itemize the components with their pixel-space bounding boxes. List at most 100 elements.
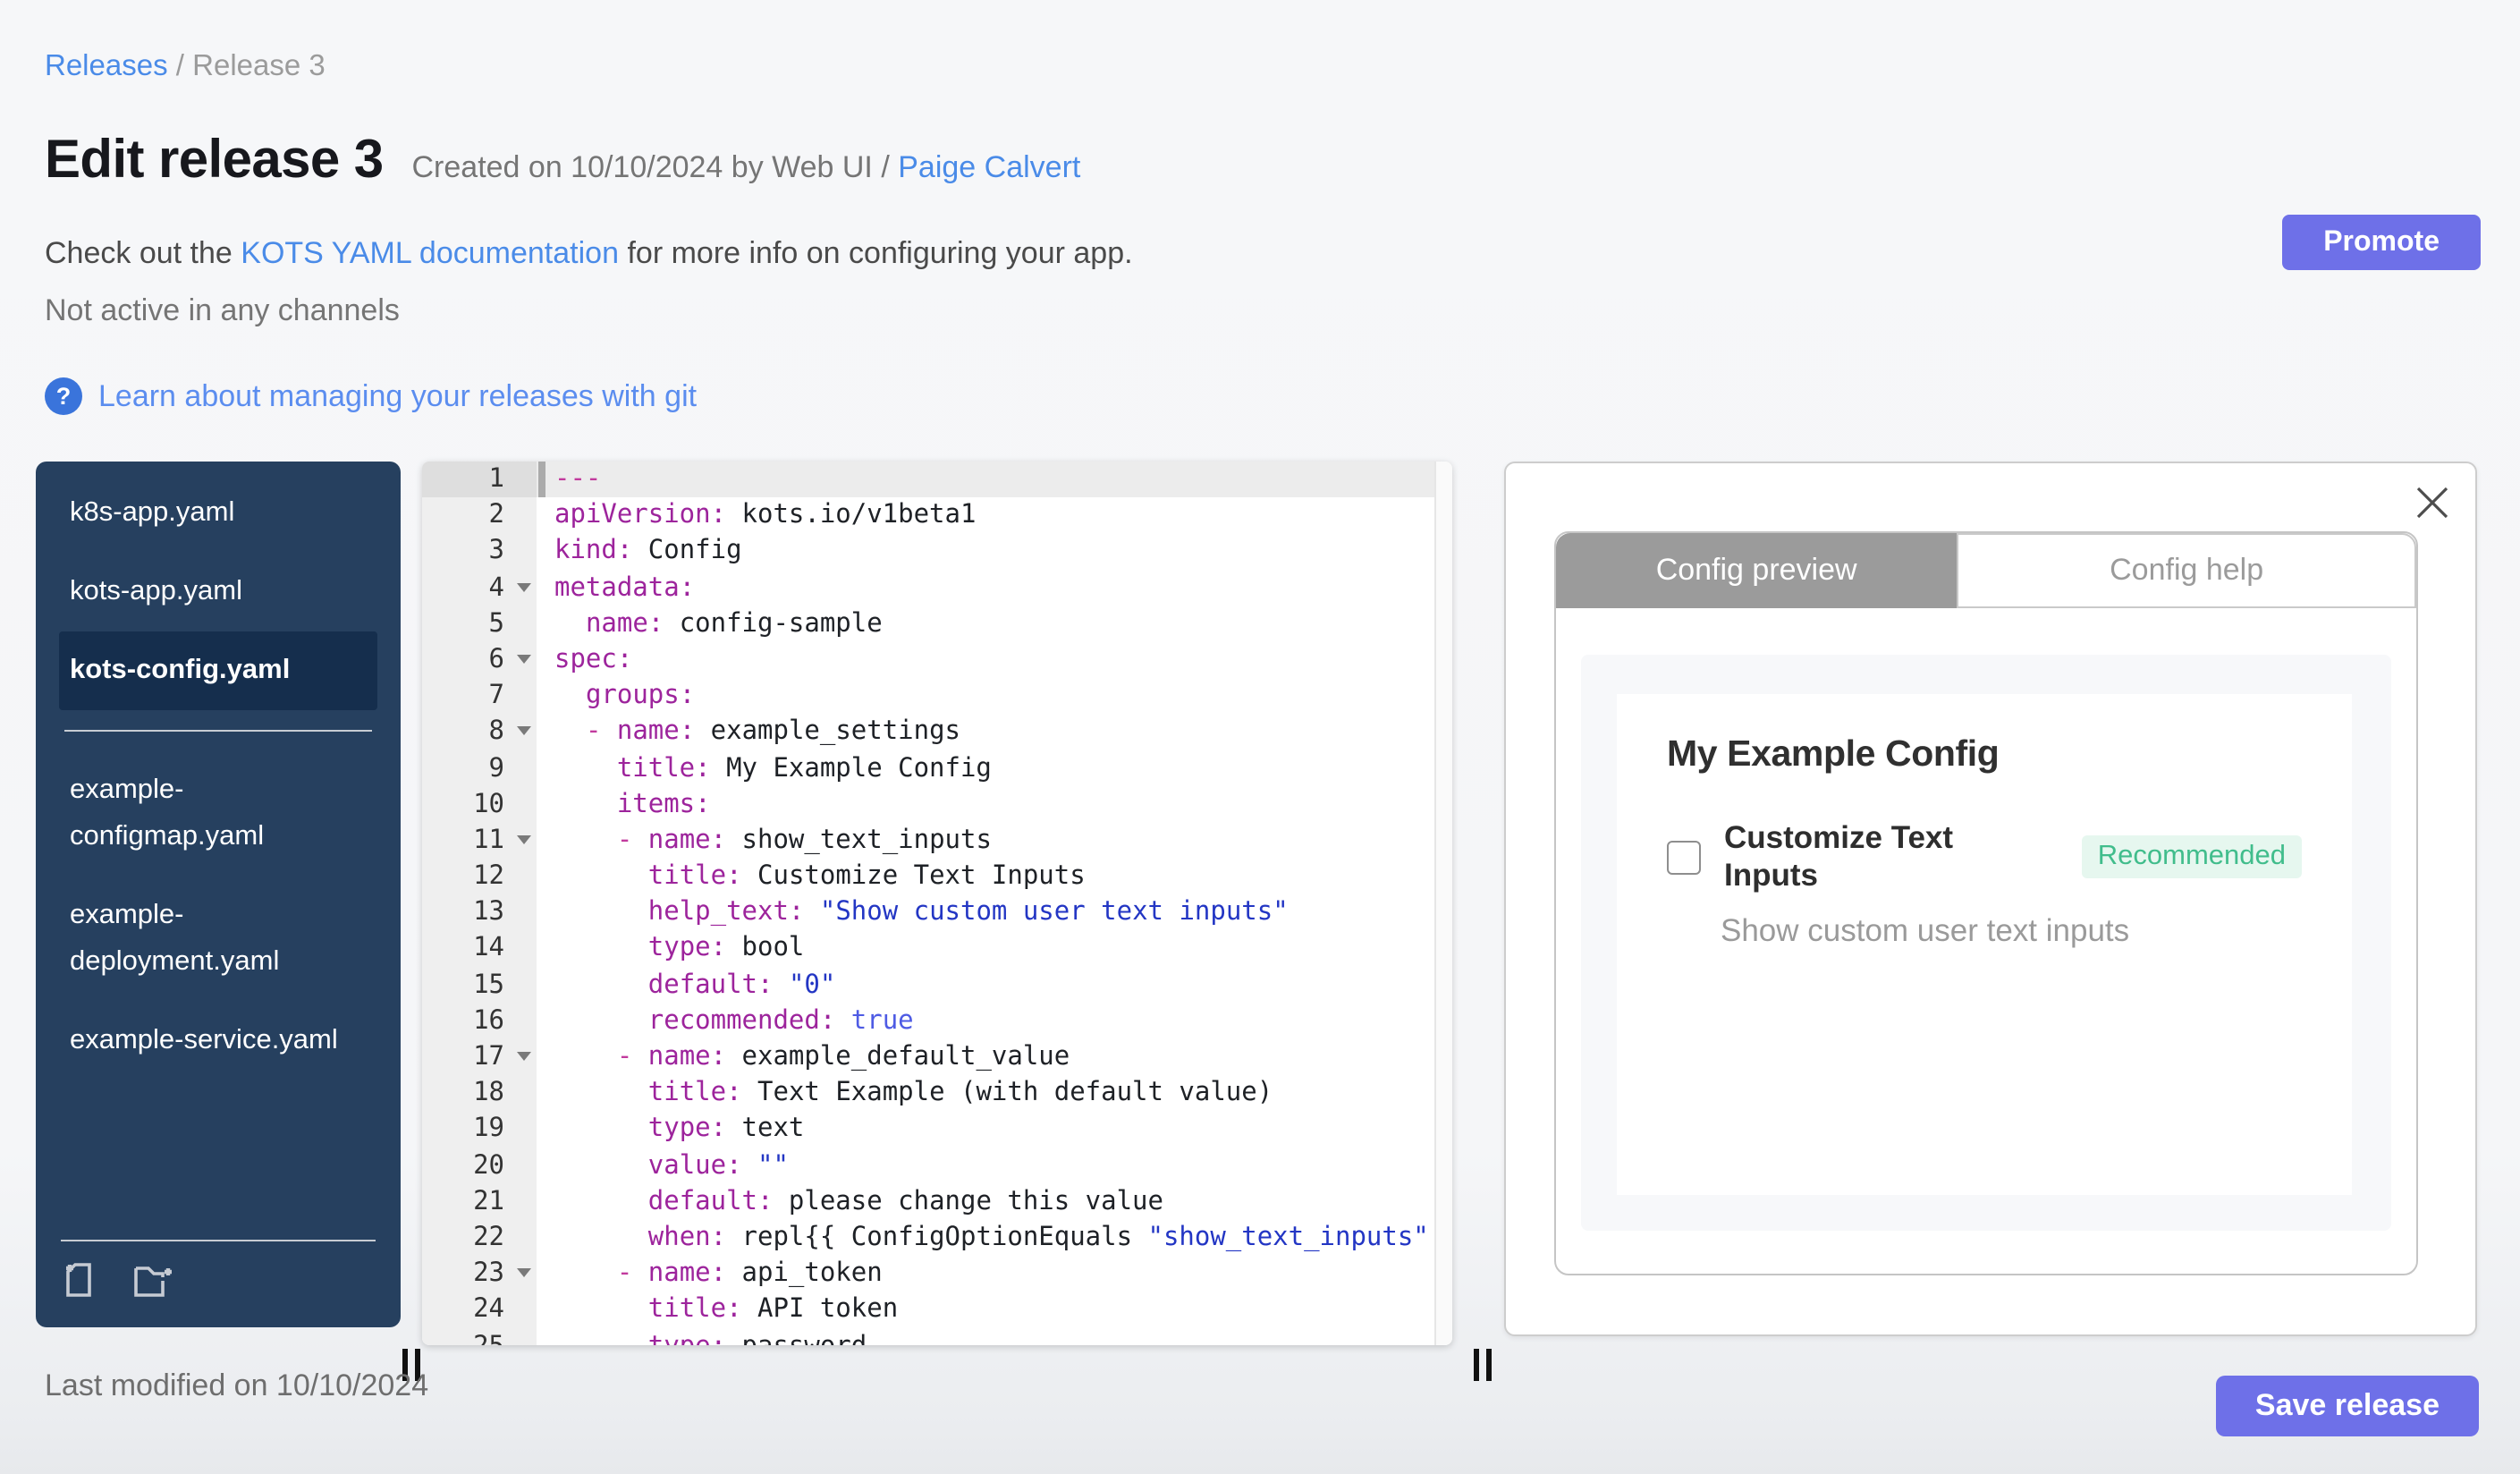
gutter-line-number: 23 bbox=[422, 1256, 537, 1292]
gutter-line-number: 22 bbox=[422, 1219, 537, 1257]
gutter-line-number: 8 bbox=[422, 714, 537, 750]
fold-toggle-icon[interactable] bbox=[517, 726, 531, 736]
code-line-10: 10 items: bbox=[422, 786, 1452, 823]
yaml-code-editor[interactable]: 1 --- 2 apiVersion: kots.io/v1beta1 3 kind: C… bbox=[422, 462, 1452, 1345]
code-line-15: 15 default: "0" bbox=[422, 967, 1452, 1004]
gutter-line-number: 25 bbox=[422, 1328, 537, 1345]
question-mark-icon: ? bbox=[45, 377, 82, 415]
customize-text-inputs-checkbox[interactable] bbox=[1667, 840, 1701, 874]
sidebar-file-example-deployment-yaml[interactable]: example-deployment.yaml bbox=[59, 877, 358, 1002]
code-line-18: 18 title: Text Example (with default val… bbox=[422, 1075, 1452, 1112]
gutter-line-number: 9 bbox=[422, 750, 537, 787]
file-list: k8s-app.yaml kots-app.yaml kots-config.yam… bbox=[36, 462, 401, 1080]
code-line-21: 21 default: please change this value bbox=[422, 1183, 1452, 1220]
gutter-line-number: 2 bbox=[422, 497, 537, 534]
code-line-4: 4 metadata: bbox=[422, 570, 1452, 606]
created-meta: Created on 10/10/2024 by Web UI / Paige … bbox=[411, 150, 1081, 184]
code-line-14: 14 type: bool bbox=[422, 930, 1452, 968]
git-releases-link[interactable]: Learn about managing your releases with … bbox=[98, 378, 697, 414]
code-line-5: 5 name: config-sample bbox=[422, 606, 1452, 642]
sidebar-footer-divider bbox=[61, 1240, 376, 1241]
editor-scrollbar[interactable] bbox=[1434, 462, 1452, 1345]
code-line-25: 25 type: password bbox=[422, 1328, 1452, 1345]
fold-toggle-icon[interactable] bbox=[517, 1052, 531, 1061]
gutter-line-number: 1 bbox=[422, 462, 537, 498]
gutter-line-number: 6 bbox=[422, 641, 537, 679]
config-card: Config preview Config help My Example Con… bbox=[1554, 531, 2418, 1275]
code-line-6: 6 spec: bbox=[422, 641, 1452, 679]
sidebar-file-kots-config-yaml[interactable]: kots-config.yaml bbox=[59, 631, 377, 710]
recommended-badge: Recommended bbox=[2081, 835, 2302, 878]
close-icon[interactable] bbox=[2413, 483, 2452, 522]
fold-toggle-icon[interactable] bbox=[517, 1268, 531, 1278]
promote-button[interactable]: Promote bbox=[2282, 215, 2481, 270]
gutter-line-number: 12 bbox=[422, 859, 537, 895]
gutter-line-number: 19 bbox=[422, 1111, 537, 1148]
config-option-help-text: Show custom user text inputs bbox=[1721, 912, 2130, 948]
code-line-17: 17 - name: example_default_value bbox=[422, 1039, 1452, 1076]
code-line-12: 12 title: Customize Text Inputs bbox=[422, 859, 1452, 895]
docs-info-line: Check out the KOTS YAML documentation fo… bbox=[45, 236, 1133, 272]
info-suffix: for more info on configuring your app. bbox=[627, 236, 1133, 270]
fold-toggle-icon[interactable] bbox=[517, 582, 531, 592]
config-group-heading: My Example Config bbox=[1667, 733, 2000, 775]
code-line-23: 23 - name: api_token bbox=[422, 1256, 1452, 1292]
gutter-line-number: 21 bbox=[422, 1183, 537, 1220]
tab-config-help[interactable]: Config help bbox=[1957, 533, 2416, 608]
fold-toggle-icon[interactable] bbox=[517, 834, 531, 844]
gutter-line-number: 5 bbox=[422, 606, 537, 642]
config-preview-area: My Example Config Customize Text Inputs … bbox=[1581, 655, 2391, 1231]
breadcrumb: Releases / Release 3 bbox=[45, 50, 326, 84]
gutter-line-number: 20 bbox=[422, 1148, 537, 1184]
file-group-divider bbox=[64, 730, 372, 732]
channel-status: Not active in any channels bbox=[45, 293, 400, 327]
config-panel: Config preview Config help My Example Con… bbox=[1504, 462, 2477, 1336]
code-line-8: 8 - name: example_settings bbox=[422, 714, 1452, 750]
code-lines: 1 --- 2 apiVersion: kots.io/v1beta1 3 kind: C… bbox=[422, 462, 1452, 1345]
code-line-16: 16 recommended: true bbox=[422, 1003, 1452, 1039]
gutter-line-number: 17 bbox=[422, 1039, 537, 1076]
sidebar-file-example-service-yaml[interactable]: example-service.yaml bbox=[59, 1002, 358, 1080]
git-help-row: ? Learn about managing your releases wit… bbox=[45, 377, 697, 415]
new-folder-icon[interactable] bbox=[131, 1258, 177, 1309]
sidebar-file-example-configmap-yaml[interactable]: example-configmap.yaml bbox=[59, 751, 358, 877]
file-sidebar: k8s-app.yaml kots-app.yaml kots-config.yam… bbox=[36, 462, 401, 1327]
tab-config-preview[interactable]: Config preview bbox=[1556, 533, 1958, 608]
gutter-line-number: 16 bbox=[422, 1003, 537, 1039]
code-line-3: 3 kind: Config bbox=[422, 533, 1452, 571]
sidebar-file-kots-app-yaml[interactable]: kots-app.yaml bbox=[59, 553, 358, 631]
kots-docs-link[interactable]: KOTS YAML documentation bbox=[241, 236, 619, 270]
code-line-13: 13 help_text: "Show custom user text inp… bbox=[422, 894, 1452, 931]
code-line-7: 7 groups: bbox=[422, 678, 1452, 715]
code-line-19: 19 type: text bbox=[422, 1111, 1452, 1148]
gutter-line-number: 24 bbox=[422, 1292, 537, 1328]
code-line-11: 11 - name: show_text_inputs bbox=[422, 822, 1452, 860]
breadcrumb-releases-link[interactable]: Releases bbox=[45, 50, 168, 82]
gutter-line-number: 3 bbox=[422, 533, 537, 571]
sidebar-footer bbox=[36, 1224, 401, 1327]
config-tabs: Config preview Config help bbox=[1556, 533, 2416, 608]
code-line-1: 1 --- bbox=[422, 462, 1452, 498]
new-file-icon[interactable] bbox=[61, 1258, 104, 1309]
last-modified-text: Last modified on 10/10/2024 bbox=[45, 1368, 429, 1402]
panel-resize-handle[interactable] bbox=[1474, 1349, 1495, 1381]
save-release-button[interactable]: Save release bbox=[2215, 1376, 2479, 1436]
page-title: Edit release 3 bbox=[45, 131, 384, 190]
title-row: Edit release 3 Created on 10/10/2024 by W… bbox=[45, 129, 1080, 193]
config-option-label: Customize Text Inputs bbox=[1724, 819, 1954, 893]
config-preview-card: My Example Config Customize Text Inputs … bbox=[1617, 694, 2352, 1195]
info-prefix: Check out the bbox=[45, 236, 233, 270]
gutter-line-number: 4 bbox=[422, 570, 537, 606]
code-line-2: 2 apiVersion: kots.io/v1beta1 bbox=[422, 497, 1452, 534]
edit-release-page: Releases / Release 3 Edit release 3 Creat… bbox=[0, 0, 2520, 1474]
gutter-line-number: 10 bbox=[422, 786, 537, 823]
breadcrumb-current: Release 3 bbox=[192, 50, 326, 82]
fold-toggle-icon[interactable] bbox=[517, 654, 531, 664]
sidebar-file-k8s-app-yaml[interactable]: k8s-app.yaml bbox=[59, 474, 358, 553]
code-line-9: 9 title: My Example Config bbox=[422, 750, 1452, 787]
created-by-link[interactable]: Paige Calvert bbox=[898, 150, 1080, 184]
release-workspace: k8s-app.yaml kots-app.yaml kots-config.yam… bbox=[0, 462, 2520, 1381]
code-line-22: 22 when: repl{{ ConfigOptionEquals "show… bbox=[422, 1219, 1452, 1257]
gutter-line-number: 13 bbox=[422, 894, 537, 931]
gutter-line-number: 14 bbox=[422, 930, 537, 968]
